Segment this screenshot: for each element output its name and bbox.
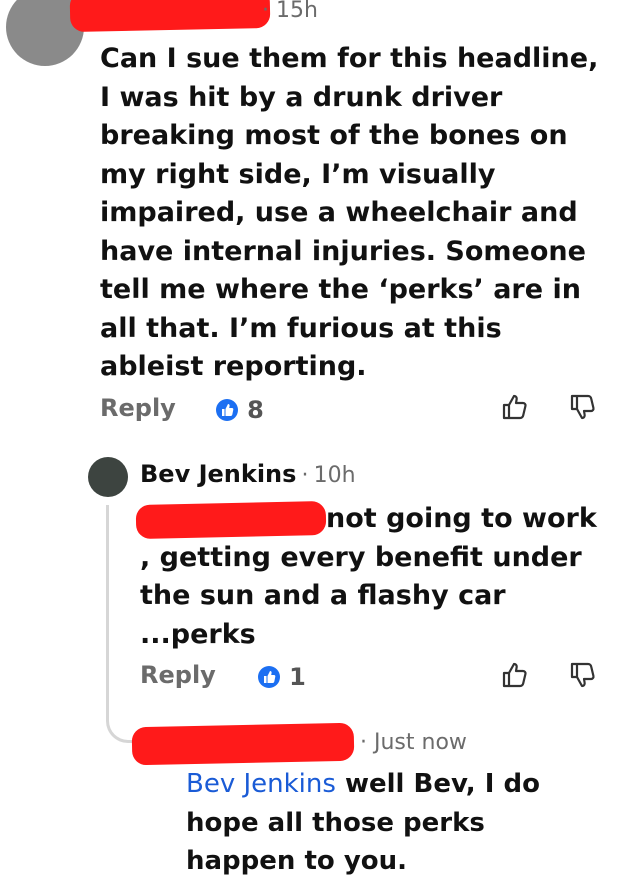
like-number: 1: [289, 663, 306, 691]
like-badge-icon: [258, 666, 280, 688]
reply-button[interactable]: Reply: [100, 394, 176, 422]
thumbs-up-icon[interactable]: [500, 660, 530, 694]
mention-link[interactable]: Bev Jenkins: [186, 769, 336, 799]
thumbs-up-icon[interactable]: [500, 392, 530, 426]
comment-text: Bev Jenkins well Bev, I do hope all thos…: [186, 765, 596, 881]
like-number: 8: [247, 396, 264, 424]
thread-line: [106, 505, 109, 715]
thumbs-down-icon[interactable]: [568, 392, 598, 426]
comment-meta: · 15h: [262, 0, 318, 23]
comment-time: 15h: [276, 0, 318, 23]
comment-text: not going to work , getting every benefi…: [140, 503, 597, 650]
meta-separator: ·: [262, 0, 269, 23]
redacted-username: [69, 0, 271, 33]
avatar[interactable]: [88, 457, 128, 497]
comment-meta: · Just now: [360, 730, 467, 755]
thumbs-down-icon[interactable]: [568, 660, 598, 694]
like-count[interactable]: 1: [258, 663, 306, 691]
comment-time: 10h: [313, 463, 356, 488]
like-count[interactable]: 8: [216, 396, 264, 424]
comment-text: Can I sue them for this headline, I was …: [100, 43, 599, 382]
comment-header: Bev Jenkins · 10h: [140, 460, 356, 488]
thread-connector: [106, 712, 135, 743]
comment-author[interactable]: Bev Jenkins: [140, 460, 296, 488]
like-badge-icon: [216, 399, 238, 421]
redacted-username: [131, 722, 355, 766]
reply-button[interactable]: Reply: [140, 661, 216, 689]
meta-separator: ·: [360, 730, 367, 755]
comment-time: Just now: [374, 730, 467, 755]
meta-separator: ·: [301, 463, 309, 488]
